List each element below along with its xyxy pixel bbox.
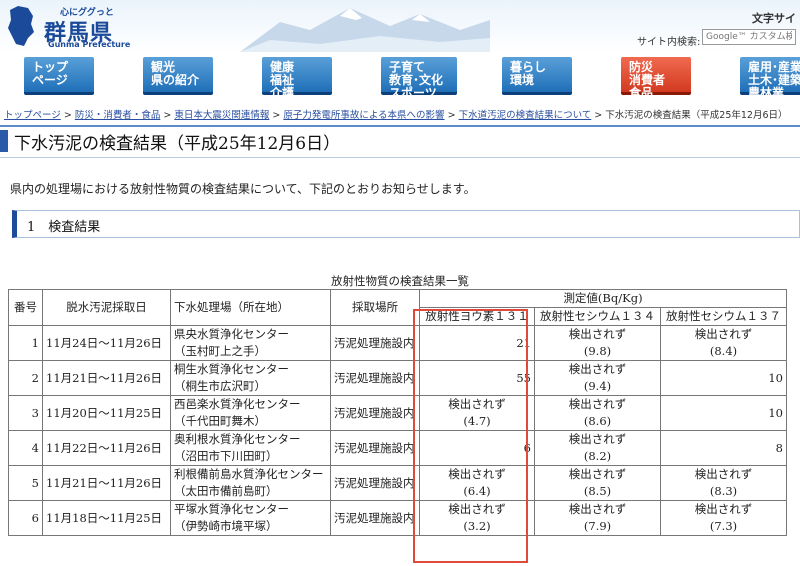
row-cs134: 検出されず (8.6) [534, 395, 661, 431]
breadcrumb-link-earthquake[interactable]: 東日本大震災関連情報 [174, 110, 269, 121]
nav-living[interactable]: 暮らし 環境 [502, 57, 572, 95]
row-cs137: 検出されず (7.3) [660, 500, 787, 536]
row-cs137: 検出されず (8.4) [660, 325, 787, 361]
table-caption: 放射性物質の検査結果一覧 [331, 274, 469, 288]
row-no: 4 [8, 430, 43, 466]
row-place: 汚泥処理施設内 [330, 465, 420, 501]
nav-disaster[interactable]: 防災 消費者 食品 [621, 57, 691, 100]
row-cs137: 8 [660, 430, 787, 466]
table-row: 3 11月20日～11月25日 西邑楽水質浄化センター （千代田町舞木） 汚泥処理… [8, 395, 787, 431]
header-place: 採取場所 [330, 289, 420, 326]
logo-english: Gunma Prefecture [48, 40, 131, 49]
table-row: 6 11月18日～11月25日 平塚水質浄化センター （伊勢崎市境平塚） 汚泥処理… [8, 500, 787, 536]
row-place: 汚泥処理施設内 [330, 360, 420, 396]
row-no: 1 [8, 325, 43, 361]
gunma-map-icon[interactable] [6, 4, 36, 48]
results-table: 番号 脱水汚泥採取日 下水処理場（所在地） 採取場所 測定値(Bq/Kg) 放射… [8, 289, 787, 536]
row-no: 5 [8, 465, 43, 501]
row-i131: 55 [419, 360, 535, 396]
row-cs134: 検出されず (7.9) [534, 500, 661, 536]
table-row: 5 11月21日～11月26日 利根備前島水質浄化センター （太田市備前島町） 汚… [8, 465, 787, 501]
intro-text: 県内の処理場における放射性物質の検査結果について、下記のとおりお知らせします。 [10, 182, 476, 196]
row-no: 3 [8, 395, 43, 431]
row-place: 汚泥処理施設内 [330, 395, 420, 431]
row-plant: 桐生水質浄化センター （桐生市広沢町） [170, 360, 331, 396]
site-search-input[interactable] [702, 29, 796, 45]
row-plant: 利根備前島水質浄化センター （太田市備前島町） [170, 465, 331, 501]
table-row: 2 11月21日～11月26日 桐生水質浄化センター （桐生市広沢町） 汚泥処理施… [8, 360, 787, 396]
section-heading: 1 検査結果 [27, 220, 101, 235]
row-plant: 奥利根水質浄化センター （沼田市下川田町） [170, 430, 331, 466]
row-date: 11月18日～11月25日 [42, 500, 171, 536]
breadcrumb-link-disaster[interactable]: 防災・消費者・食品 [75, 110, 161, 121]
row-cs134: 検出されず (9.4) [534, 360, 661, 396]
global-nav: トップ ページ 観光 県の紹介 健康 福祉 介護 子育て 教育･文化 スポーツ … [0, 54, 800, 100]
row-date: 11月20日～11月25日 [42, 395, 171, 431]
row-place: 汚泥処理施設内 [330, 325, 420, 361]
nav-health[interactable]: 健康 福祉 介護 [262, 57, 332, 100]
nav-top-page[interactable]: トップ ページ [24, 57, 94, 95]
row-cs134: 検出されず (9.8) [534, 325, 661, 361]
row-cs137: 検出されず (8.3) [660, 465, 787, 501]
page-title: 下水汚泥の検査結果（平成25年12月6日） [14, 134, 341, 154]
breadcrumb-link-top[interactable]: トップページ [4, 110, 61, 121]
nav-employment[interactable]: 雇用･産業 土木･建築 農林業 [740, 57, 800, 100]
header-cs137: 放射性セシウム１３７ [660, 307, 787, 326]
breadcrumb: トップページ > 防災・消費者・食品 > 東日本大震災関連情報 > 原子力発電所… [4, 110, 788, 121]
title-accent-bar [0, 130, 8, 152]
site-search-label: サイト内検索: [637, 37, 701, 48]
row-date: 11月24日～11月26日 [42, 325, 171, 361]
row-place: 汚泥処理施設内 [330, 430, 420, 466]
row-date: 11月22日～11月26日 [42, 430, 171, 466]
header-date: 脱水汚泥採取日 [42, 289, 171, 326]
mountain-banner-image [240, 8, 490, 52]
row-date: 11月21日～11月26日 [42, 360, 171, 396]
table-row: 1 11月24日～11月26日 県央水質浄化センター （玉村町上之手） 汚泥処理施… [8, 325, 787, 361]
header-plant: 下水処理場（所在地） [170, 289, 331, 326]
row-plant: 平塚水質浄化センター （伊勢崎市境平塚） [170, 500, 331, 536]
row-date: 11月21日～11月26日 [42, 465, 171, 501]
header-i131: 放射性ヨウ素１３１ [419, 307, 535, 326]
nav-childcare[interactable]: 子育て 教育･文化 スポーツ [381, 57, 457, 100]
row-no: 2 [8, 360, 43, 396]
row-i131: 検出されず (6.4) [419, 465, 535, 501]
breadcrumb-current: 下水汚泥の検査結果（平成25年12月6日） [605, 110, 788, 121]
row-i131: 21 [419, 325, 535, 361]
row-no: 6 [8, 500, 43, 536]
page-title-box: 下水汚泥の検査結果（平成25年12月6日） [0, 125, 800, 158]
breadcrumb-link-sludge[interactable]: 下水道汚泥の検査結果について [459, 110, 592, 121]
breadcrumb-link-nuclear[interactable]: 原子力発電所事故による本県への影響 [283, 110, 444, 121]
row-i131: 検出されず (4.7) [419, 395, 535, 431]
row-plant: 県央水質浄化センター （玉村町上之手） [170, 325, 331, 361]
site-header: 心にググっと 群馬県 Gunma Prefecture 文字サイ サイト内検索: [0, 0, 800, 52]
row-cs137: 10 [660, 360, 787, 396]
row-place: 汚泥処理施設内 [330, 500, 420, 536]
text-size-label[interactable]: 文字サイ [752, 10, 796, 26]
row-cs137: 10 [660, 395, 787, 431]
section-heading-box: 1 検査結果 [12, 210, 800, 238]
row-cs134: 検出されず (8.5) [534, 465, 661, 501]
row-i131: 検出されず (3.2) [419, 500, 535, 536]
row-i131: 6 [419, 430, 535, 466]
header-no: 番号 [8, 289, 43, 326]
header-cs134: 放射性セシウム１３４ [534, 307, 661, 326]
table-header-row: 番号 脱水汚泥採取日 下水処理場（所在地） 採取場所 測定値(Bq/Kg) [8, 289, 787, 326]
header-measured: 測定値(Bq/Kg) [419, 289, 787, 308]
row-plant: 西邑楽水質浄化センター （千代田町舞木） [170, 395, 331, 431]
row-cs134: 検出されず (8.2) [534, 430, 661, 466]
table-row: 4 11月22日～11月26日 奥利根水質浄化センター （沼田市下川田町） 汚泥処… [8, 430, 787, 466]
nav-tourism[interactable]: 観光 県の紹介 [143, 57, 213, 95]
